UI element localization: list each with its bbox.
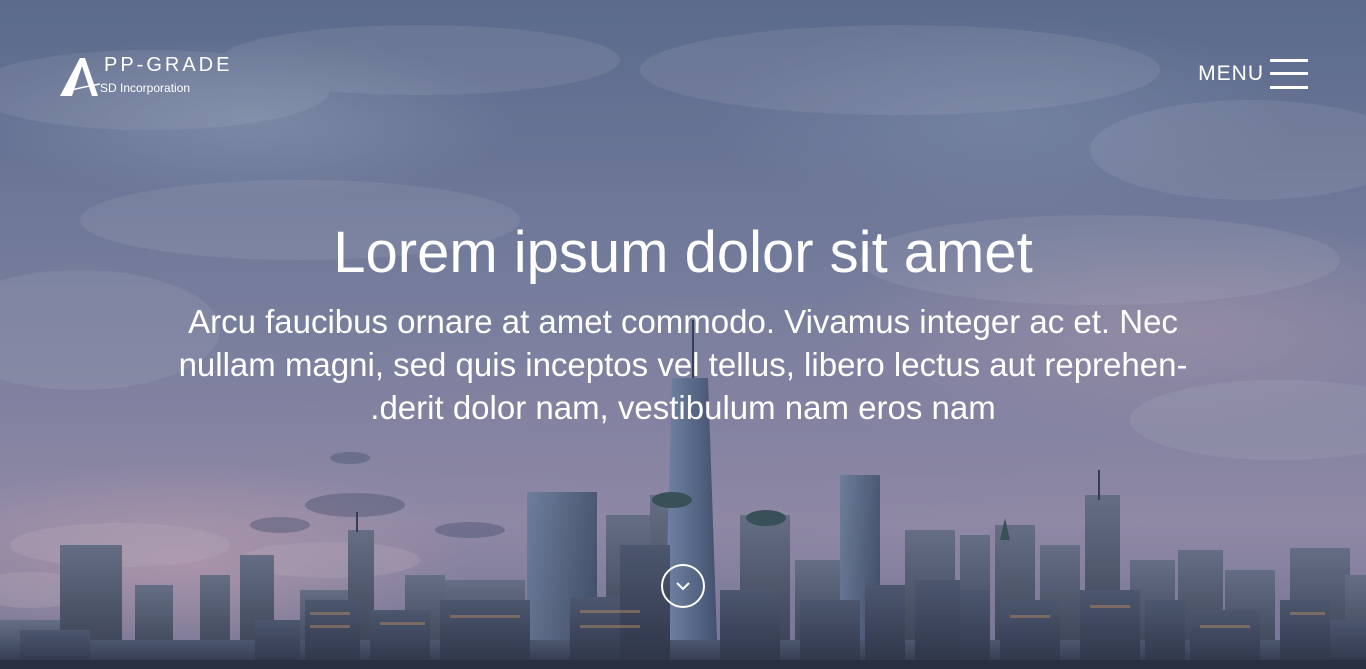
menu-label: MENU xyxy=(1198,62,1264,85)
scroll-down-button[interactable] xyxy=(661,564,705,608)
brand-logo[interactable]: PP-GRADE SD Incorporation xyxy=(60,54,229,100)
logo-a-icon xyxy=(60,58,100,96)
brand-name: PP-GRADE xyxy=(104,54,233,76)
hero-title: Lorem ipsum dolor sit amet xyxy=(333,220,1033,285)
hamburger-icon xyxy=(1270,59,1308,89)
menu-button[interactable]: MENU xyxy=(1198,58,1308,90)
hero-subtitle: Arcu faucibus ornare at amet commodo. Vi… xyxy=(178,303,1188,426)
chevron-down-icon xyxy=(676,582,690,591)
brand-subtitle: SD Incorporation xyxy=(100,81,191,95)
hero-section: PP-GRADE SD Incorporation MENU Lorem ips… xyxy=(0,0,1366,669)
